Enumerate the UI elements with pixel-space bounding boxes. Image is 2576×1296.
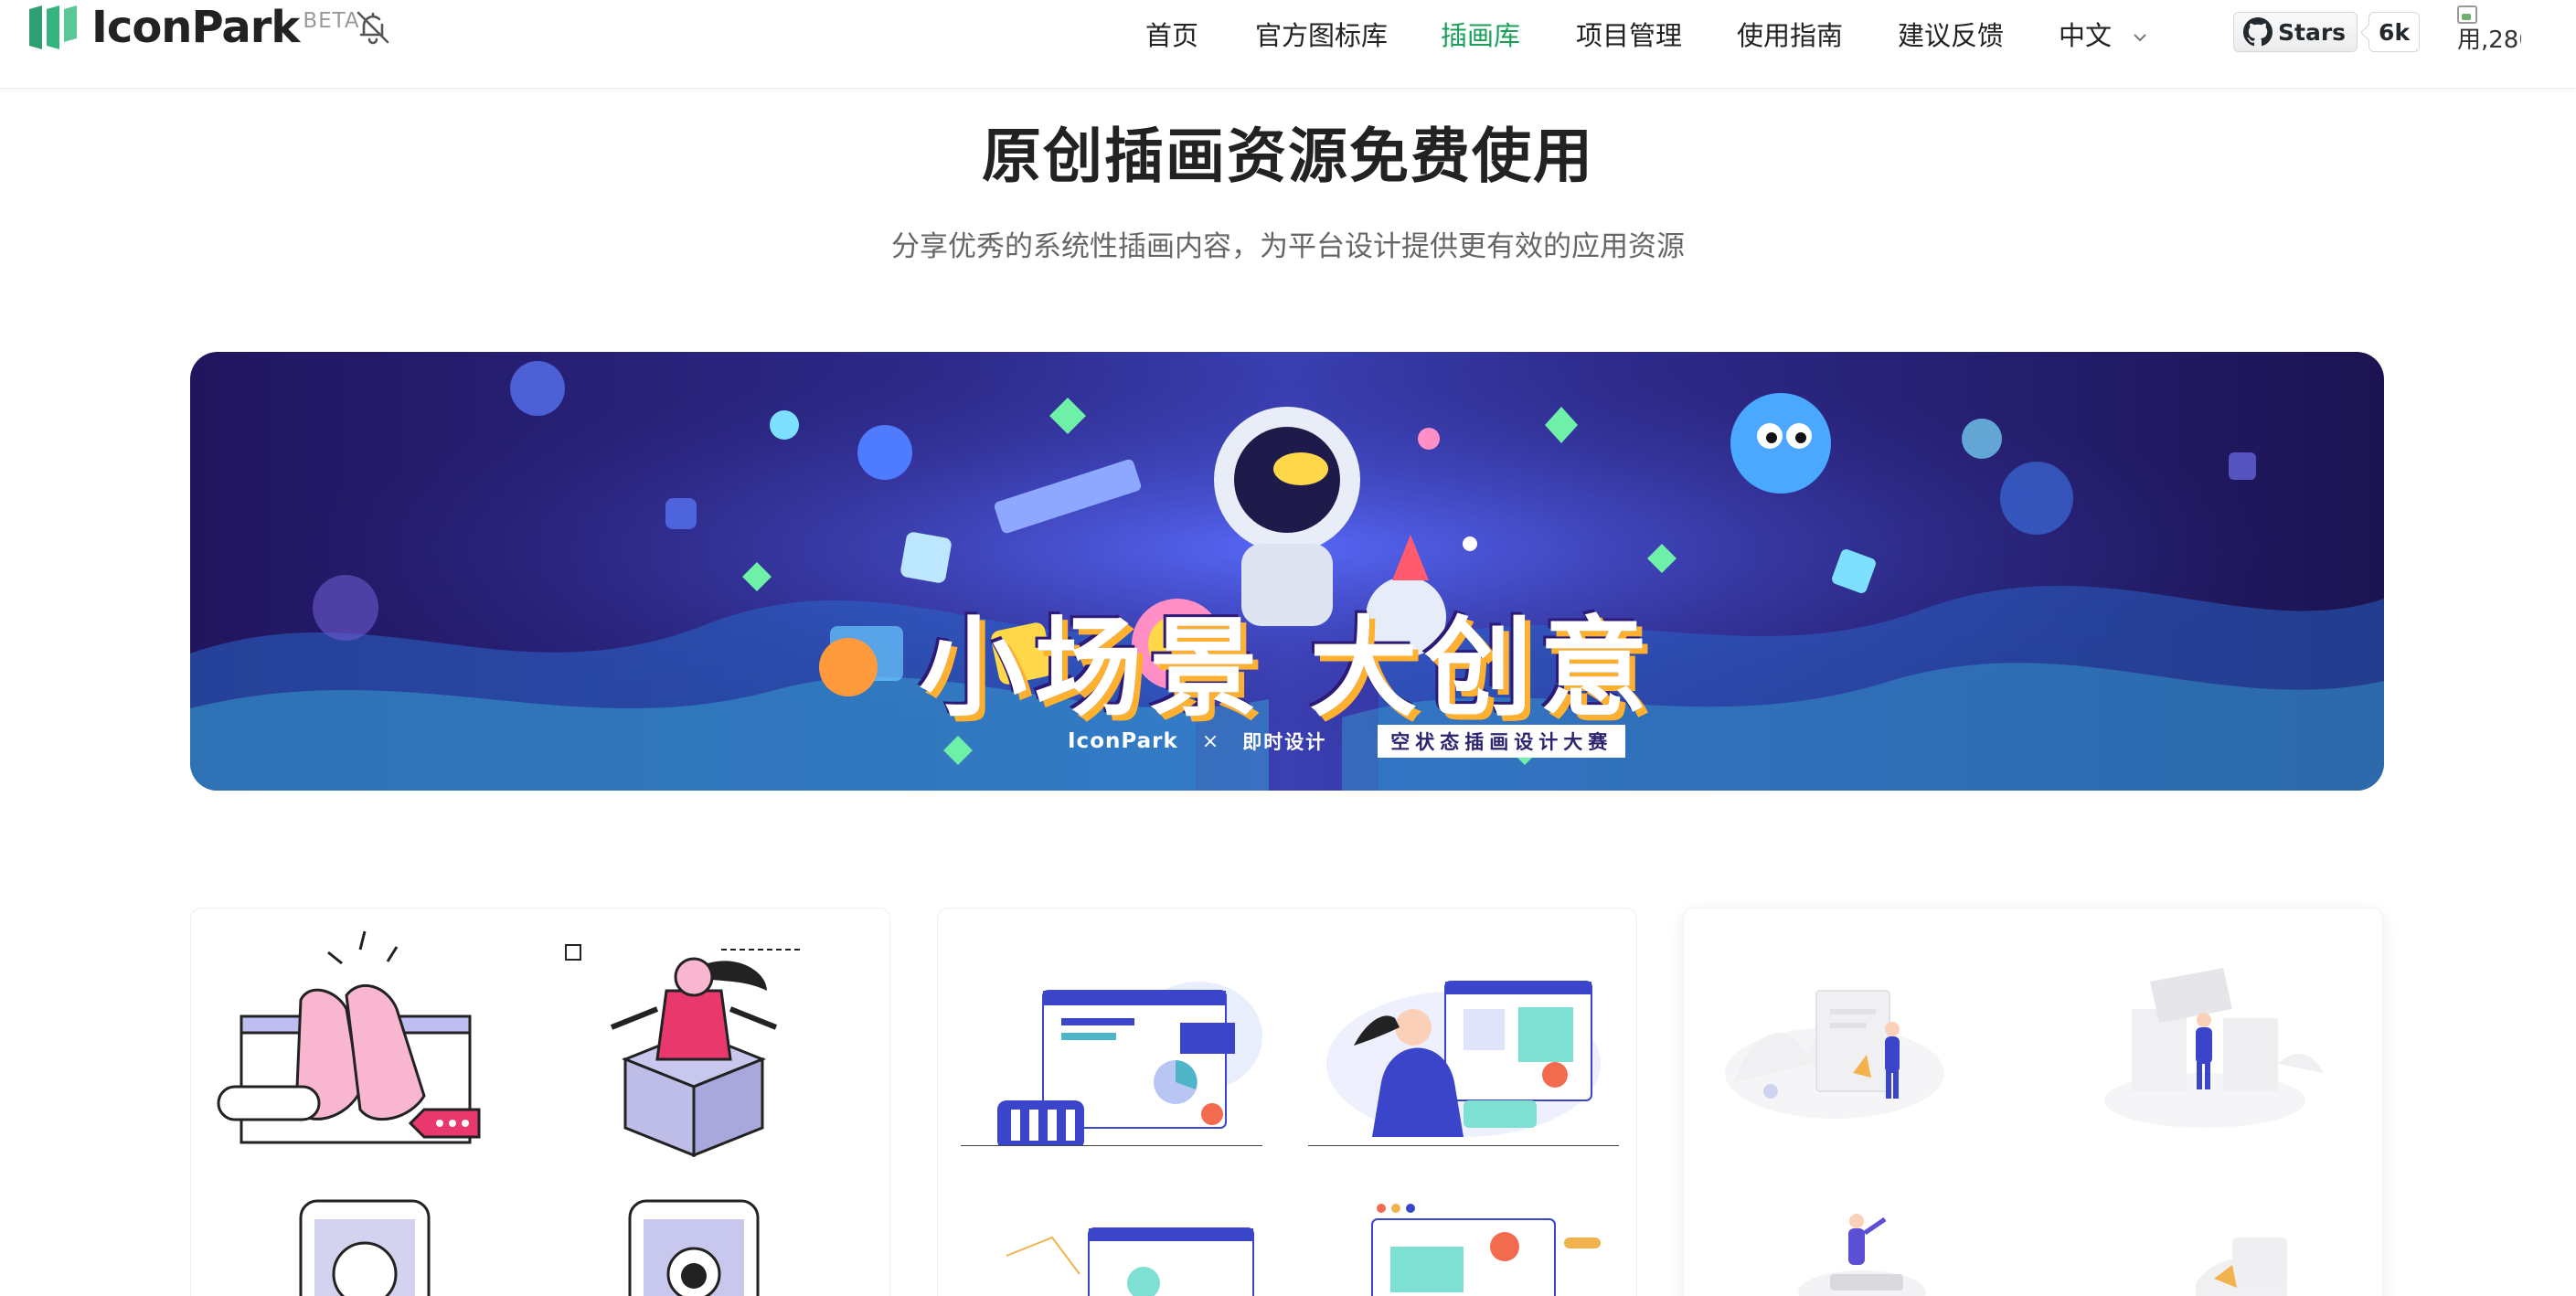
banner-contest-tag: 空状态插画设计大赛 — [1378, 725, 1626, 758]
user-avatar[interactable]: 用,280( — [2457, 2, 2521, 57]
illustration-pack-card-light[interactable] — [1683, 908, 2383, 1296]
page-title: 原创插画资源免费使用 — [981, 122, 1594, 191]
empty-box-illustration — [2104, 968, 2324, 1128]
work-desk-illustration — [1308, 981, 1619, 1146]
dashboard-illustration — [961, 982, 1262, 1146]
top-navbar: IconPark BETA 首页 官方图标库 插画库 项目管理 使用指南 建议反… — [0, 0, 2576, 89]
github-stars-button[interactable]: Stars — [2233, 12, 2358, 52]
chevron-down-icon — [2134, 34, 2146, 42]
github-stars-widget: Stars 6k — [2233, 11, 2421, 53]
iconpark-logo[interactable]: IconPark BETA — [27, 2, 360, 53]
bell-off-icon[interactable] — [353, 7, 393, 48]
nav-official-icons[interactable]: 官方图标库 — [1255, 15, 1388, 53]
page-subtitle: 分享优秀的系统性插画内容，为平台设计提供更有效的应用资源 — [891, 230, 1685, 263]
logo-mark-icon — [29, 5, 77, 49]
high-five-illustration — [217, 930, 481, 1144]
banner-separator: × — [1201, 729, 1219, 753]
brand-name: IconPark — [91, 2, 300, 53]
nav-illustrations[interactable]: 插画库 — [1441, 15, 1520, 53]
illustration-pack-card-blue[interactable] — [937, 908, 1637, 1296]
nav-guide[interactable]: 使用指南 — [1737, 15, 1843, 53]
banner-headline: 小场景 大创意 — [919, 605, 1655, 731]
nav-projects[interactable]: 项目管理 — [1576, 15, 1682, 53]
beta-badge: BETA — [303, 9, 360, 33]
nav-feedback[interactable]: 建议反馈 — [1898, 15, 2004, 53]
empty-document-illustration — [1725, 990, 1944, 1119]
language-label: 中文 — [2059, 20, 2113, 51]
github-stars-count[interactable]: 6k — [2368, 12, 2421, 52]
contest-banner[interactable]: 小场景 大创意 IconPark × 即时设计 空状态插画设计大赛 — [190, 352, 2384, 791]
nav-home[interactable]: 首页 — [1145, 15, 1198, 53]
github-icon — [2243, 17, 2273, 47]
github-stars-label: Stars — [2278, 18, 2347, 46]
broken-image-icon — [2457, 5, 2477, 24]
banner-partner: 即时设计 — [1242, 731, 1327, 753]
banner-brand: IconPark — [1068, 729, 1178, 753]
devices-illustration — [299, 1199, 760, 1296]
collaboration-illustration — [1006, 1204, 1601, 1296]
illustration-pack-card-pink[interactable] — [190, 908, 890, 1296]
banner-footer: IconPark × 即时设计 空状态插画设计大赛 — [1068, 725, 1626, 758]
avatar-alt-text: 用,280( — [2457, 27, 2521, 54]
empty-state-figures-illustration — [1798, 1214, 2287, 1296]
language-selector[interactable]: 中文 — [2059, 15, 2149, 53]
gift-box-person-illustration — [565, 944, 804, 1158]
